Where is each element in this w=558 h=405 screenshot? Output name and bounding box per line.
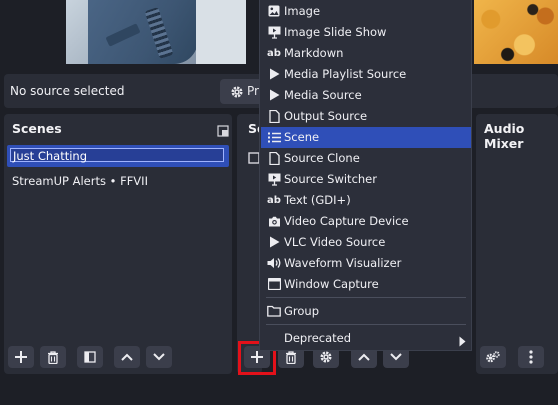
image-icon — [267, 4, 281, 18]
menu-separator — [266, 324, 466, 325]
speaker-icon — [267, 256, 281, 270]
chevron-up-icon — [358, 353, 370, 361]
scene-rename-field[interactable]: Just Chatting — [10, 148, 224, 163]
menu-item-scene[interactable]: Scene — [261, 127, 471, 148]
chevron-up-icon — [121, 353, 133, 361]
ab-text-icon: ab — [267, 194, 281, 206]
audio-mixer-header: Audio Mixer — [484, 121, 525, 151]
menu-item-deprecated[interactable]: Deprecated — [261, 328, 471, 349]
menu-item-text-gdi[interactable]: ab Text (GDI+) — [261, 190, 471, 211]
play-icon — [267, 235, 281, 249]
camera-icon — [267, 214, 281, 228]
preview-video-secondary — [474, 0, 558, 64]
slideshow-icon — [267, 25, 281, 39]
menu-separator — [266, 297, 466, 298]
move-scene-up-button[interactable] — [114, 346, 140, 368]
chevron-down-icon — [390, 353, 402, 361]
menu-item-source-switcher[interactable]: Source Switcher — [261, 169, 471, 190]
file-icon — [267, 151, 281, 165]
menu-item-waveform-visualizer[interactable]: Waveform Visualizer — [261, 253, 471, 274]
menu-item-video-capture-device[interactable]: Video Capture Device — [261, 211, 471, 232]
scenes-header: Scenes — [12, 121, 62, 136]
no-source-label: No source selected — [10, 84, 125, 98]
menu-item-source-clone[interactable]: Source Clone — [261, 148, 471, 169]
folder-icon — [267, 304, 281, 318]
play-icon — [267, 88, 281, 102]
file-icon — [267, 109, 281, 123]
undock-icon[interactable] — [217, 122, 229, 141]
move-scene-down-button[interactable] — [146, 346, 172, 368]
add-source-menu: Image Image Slide Show ab Markdown Media… — [259, 0, 472, 351]
trash-icon — [48, 350, 58, 364]
more-vertical-icon — [529, 350, 533, 364]
add-scene-button[interactable] — [8, 346, 34, 368]
properties-label: Pr — [247, 84, 259, 98]
menu-item-media-playlist-source[interactable]: Media Playlist Source — [261, 64, 471, 85]
submenu-arrow-icon — [459, 332, 466, 351]
remove-scene-button[interactable] — [40, 346, 66, 368]
trash-icon — [286, 350, 296, 364]
gears-icon — [486, 351, 500, 363]
window-icon — [267, 277, 281, 291]
gear-icon — [230, 84, 244, 103]
menu-item-media-source[interactable]: Media Source — [261, 85, 471, 106]
scene-filters-button[interactable] — [77, 346, 103, 368]
preview-video — [66, 0, 246, 64]
menu-item-group[interactable]: Group — [261, 301, 471, 322]
slideshow-icon — [267, 172, 281, 186]
audio-mixer-dock — [476, 114, 558, 374]
menu-item-image[interactable]: Image — [261, 1, 471, 22]
audio-menu-button[interactable] — [518, 346, 544, 368]
menu-item-markdown[interactable]: ab Markdown — [261, 43, 471, 64]
menu-item-window-capture[interactable]: Window Capture — [261, 274, 471, 295]
filter-icon — [84, 351, 96, 363]
ab-text-icon: ab — [267, 47, 281, 59]
chevron-down-icon — [153, 353, 165, 361]
gear-icon — [320, 351, 332, 363]
menu-item-vlc-video-source[interactable]: VLC Video Source — [261, 232, 471, 253]
scene-item[interactable]: StreamUP Alerts • FFVII — [12, 174, 148, 188]
menu-item-output-source[interactable]: Output Source — [261, 106, 471, 127]
list-icon — [267, 130, 281, 144]
menu-item-image-slide-show[interactable]: Image Slide Show — [261, 22, 471, 43]
plus-icon — [15, 351, 27, 363]
play-icon — [267, 67, 281, 81]
scene-item-selected[interactable]: Just Chatting — [7, 145, 229, 167]
audio-advanced-button[interactable] — [480, 346, 506, 368]
